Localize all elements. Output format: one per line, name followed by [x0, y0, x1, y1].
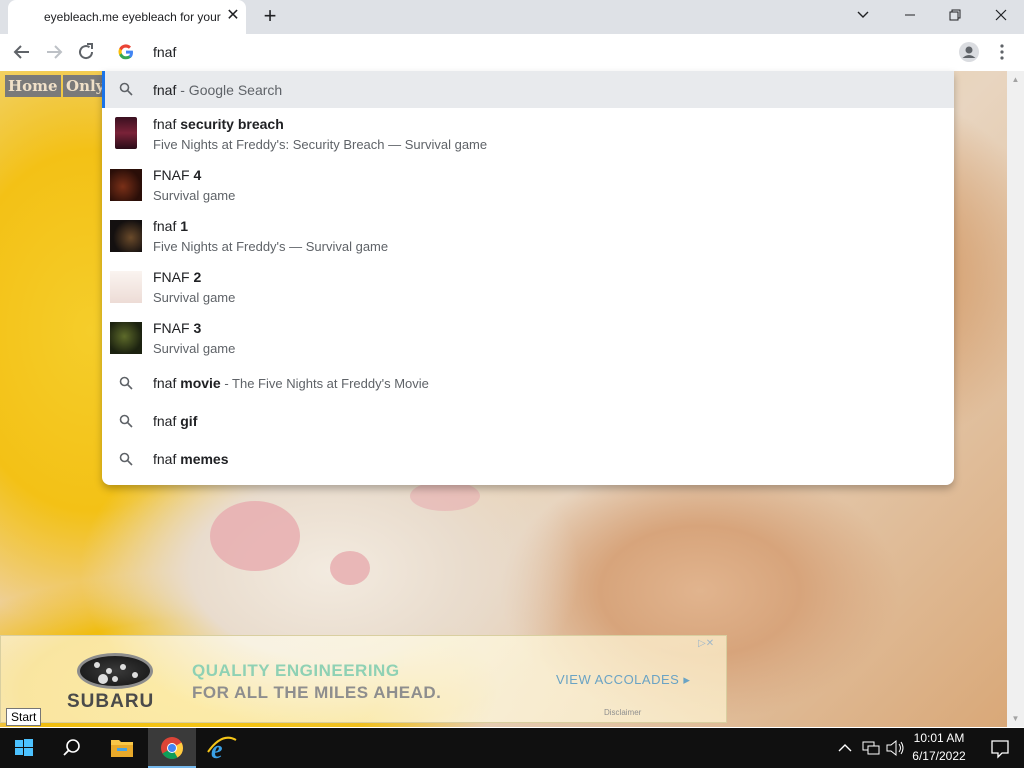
start-button[interactable]	[0, 728, 48, 768]
security-breach-thumbnail	[115, 117, 137, 149]
subaru-advertisement[interactable]: SUBARU QUALITY ENGINEERING FOR ALL THE M…	[0, 635, 727, 723]
fnaf-4-thumbnail	[110, 169, 142, 201]
suggestion-bold: movie	[180, 375, 221, 391]
google-icon	[117, 43, 135, 61]
subaru-logo-icon	[77, 653, 153, 689]
suggestion-google-search[interactable]: fnaf - Google Search	[102, 71, 954, 108]
suggestion-text: fnaf	[153, 413, 181, 429]
ad-cta-link[interactable]: VIEW ACCOLADES ▸	[556, 672, 690, 688]
restore-button[interactable]	[932, 0, 978, 30]
suggestion-fnaf-memes[interactable]: fnaf memes	[102, 440, 954, 478]
ad-brand: SUBARU	[67, 691, 155, 712]
reload-button[interactable]	[72, 38, 100, 66]
omnibox-input[interactable]: fnaf	[153, 44, 176, 60]
forward-button[interactable]	[40, 38, 68, 66]
suggestion-subtitle: Survival game	[153, 290, 236, 305]
suggestion-fnaf-gif[interactable]: fnaf gif	[102, 402, 954, 440]
suggestion-text: fnaf	[153, 218, 181, 234]
close-window-button[interactable]	[978, 0, 1024, 30]
show-hidden-icons-chevron-icon[interactable]	[834, 728, 856, 768]
address-bar[interactable]	[102, 34, 954, 71]
kebab-menu-icon[interactable]	[994, 41, 1010, 63]
volume-icon[interactable]	[884, 728, 906, 768]
suggestion-text: fnaf	[153, 375, 181, 391]
minimize-button[interactable]	[887, 0, 933, 30]
profile-avatar-icon[interactable]	[958, 41, 980, 63]
suggestion-bold: gif	[180, 413, 198, 429]
suggestion-fnaf-movie[interactable]: fnaf movie - The Five Nights at Freddy's…	[102, 364, 954, 402]
suggestion-fnaf-1[interactable]: fnaf 1 Five Nights at Freddy's — Surviva…	[102, 212, 954, 261]
suggestion-text: fnaf	[153, 82, 177, 98]
clock-time[interactable]: 10:01 AM	[912, 731, 966, 745]
page-scrollbar[interactable]: ▲ ▼	[1007, 71, 1024, 727]
start-tooltip: Start	[6, 708, 42, 726]
suggestion-text: FNAF	[153, 320, 194, 336]
suggestion-subtitle: Five Nights at Freddy's — Survival game	[153, 239, 389, 254]
suggestion-fnaf-2[interactable]: FNAF 2 Survival game	[102, 263, 954, 312]
new-tab-button[interactable]: +	[258, 5, 282, 29]
suggestion-suffix: - The Five Nights at Freddy's Movie	[220, 376, 429, 391]
suggestion-text: FNAF	[153, 269, 194, 285]
search-icon	[119, 376, 133, 390]
search-icon	[119, 82, 133, 96]
network-icon[interactable]	[860, 728, 882, 768]
chrome-taskbar-icon[interactable]	[148, 728, 196, 768]
search-icon	[119, 414, 133, 428]
fnaf-3-thumbnail	[110, 322, 142, 354]
suggestion-bold: security breach	[180, 116, 284, 132]
ad-headline: QUALITY ENGINEERING	[192, 661, 400, 680]
scroll-up-icon[interactable]: ▲	[1007, 71, 1024, 88]
suggestion-subtitle: Survival game	[153, 341, 236, 356]
tab-close-icon[interactable]: ✕	[224, 7, 242, 25]
nav-home-link[interactable]: Home	[5, 75, 61, 97]
tab-eyebleach[interactable]: eyebleach.me eyebleach for your ✕	[8, 0, 246, 34]
suggestion-fnaf-4[interactable]: FNAF 4 Survival game	[102, 161, 954, 210]
suggestion-suffix: - Google Search	[176, 82, 283, 98]
ad-disclaimer[interactable]: Disclaimer	[604, 708, 641, 717]
suggestion-fnaf-3[interactable]: FNAF 3 Survival game	[102, 314, 954, 363]
fnaf-2-thumbnail	[110, 271, 142, 303]
suggestion-text: FNAF	[153, 167, 194, 183]
kitten-paw-pad	[330, 551, 370, 585]
tab-strip: eyebleach.me eyebleach for your ✕ +	[0, 0, 1024, 34]
search-taskbar-icon[interactable]	[48, 728, 96, 768]
internet-explorer-icon[interactable]: e	[198, 728, 246, 768]
windows-taskbar: e 10:01 AM 6/17/2022	[0, 728, 1024, 768]
clock-date[interactable]: 6/17/2022	[910, 749, 968, 763]
suggestion-subtitle: Survival game	[153, 188, 236, 203]
ad-subheadline: FOR ALL THE MILES AHEAD.	[192, 683, 442, 702]
suggestion-bold: 1	[180, 218, 189, 234]
suggestion-bold: memes	[180, 451, 229, 467]
search-icon	[119, 452, 133, 466]
scroll-down-icon[interactable]: ▼	[1007, 710, 1024, 727]
nav-only-link[interactable]: Only	[63, 75, 108, 97]
kitten-paw	[210, 501, 300, 571]
omnibox-suggestions: fnaf - Google Search fnaf security breac…	[102, 71, 954, 485]
back-button[interactable]	[8, 38, 36, 66]
tab-search-chevron-icon[interactable]	[840, 0, 886, 30]
suggestion-bold: 3	[193, 320, 202, 336]
tab-title: eyebleach.me eyebleach for your	[44, 10, 221, 24]
suggestion-security-breach[interactable]: fnaf security breach Five Nights at Fred…	[102, 110, 954, 159]
kitten-nose	[410, 481, 480, 511]
suggestion-subtitle: Five Nights at Freddy's: Security Breach…	[153, 137, 488, 152]
file-explorer-icon[interactable]	[98, 728, 146, 768]
suggestion-text: fnaf	[153, 116, 181, 132]
suggestion-bold: 4	[193, 167, 202, 183]
ad-choices-icon[interactable]: ▷✕	[698, 638, 714, 649]
fnaf-1-thumbnail	[110, 220, 142, 252]
suggestion-text: fnaf	[153, 451, 181, 467]
suggestion-bold: 2	[193, 269, 202, 285]
notification-center-icon[interactable]	[976, 728, 1024, 768]
